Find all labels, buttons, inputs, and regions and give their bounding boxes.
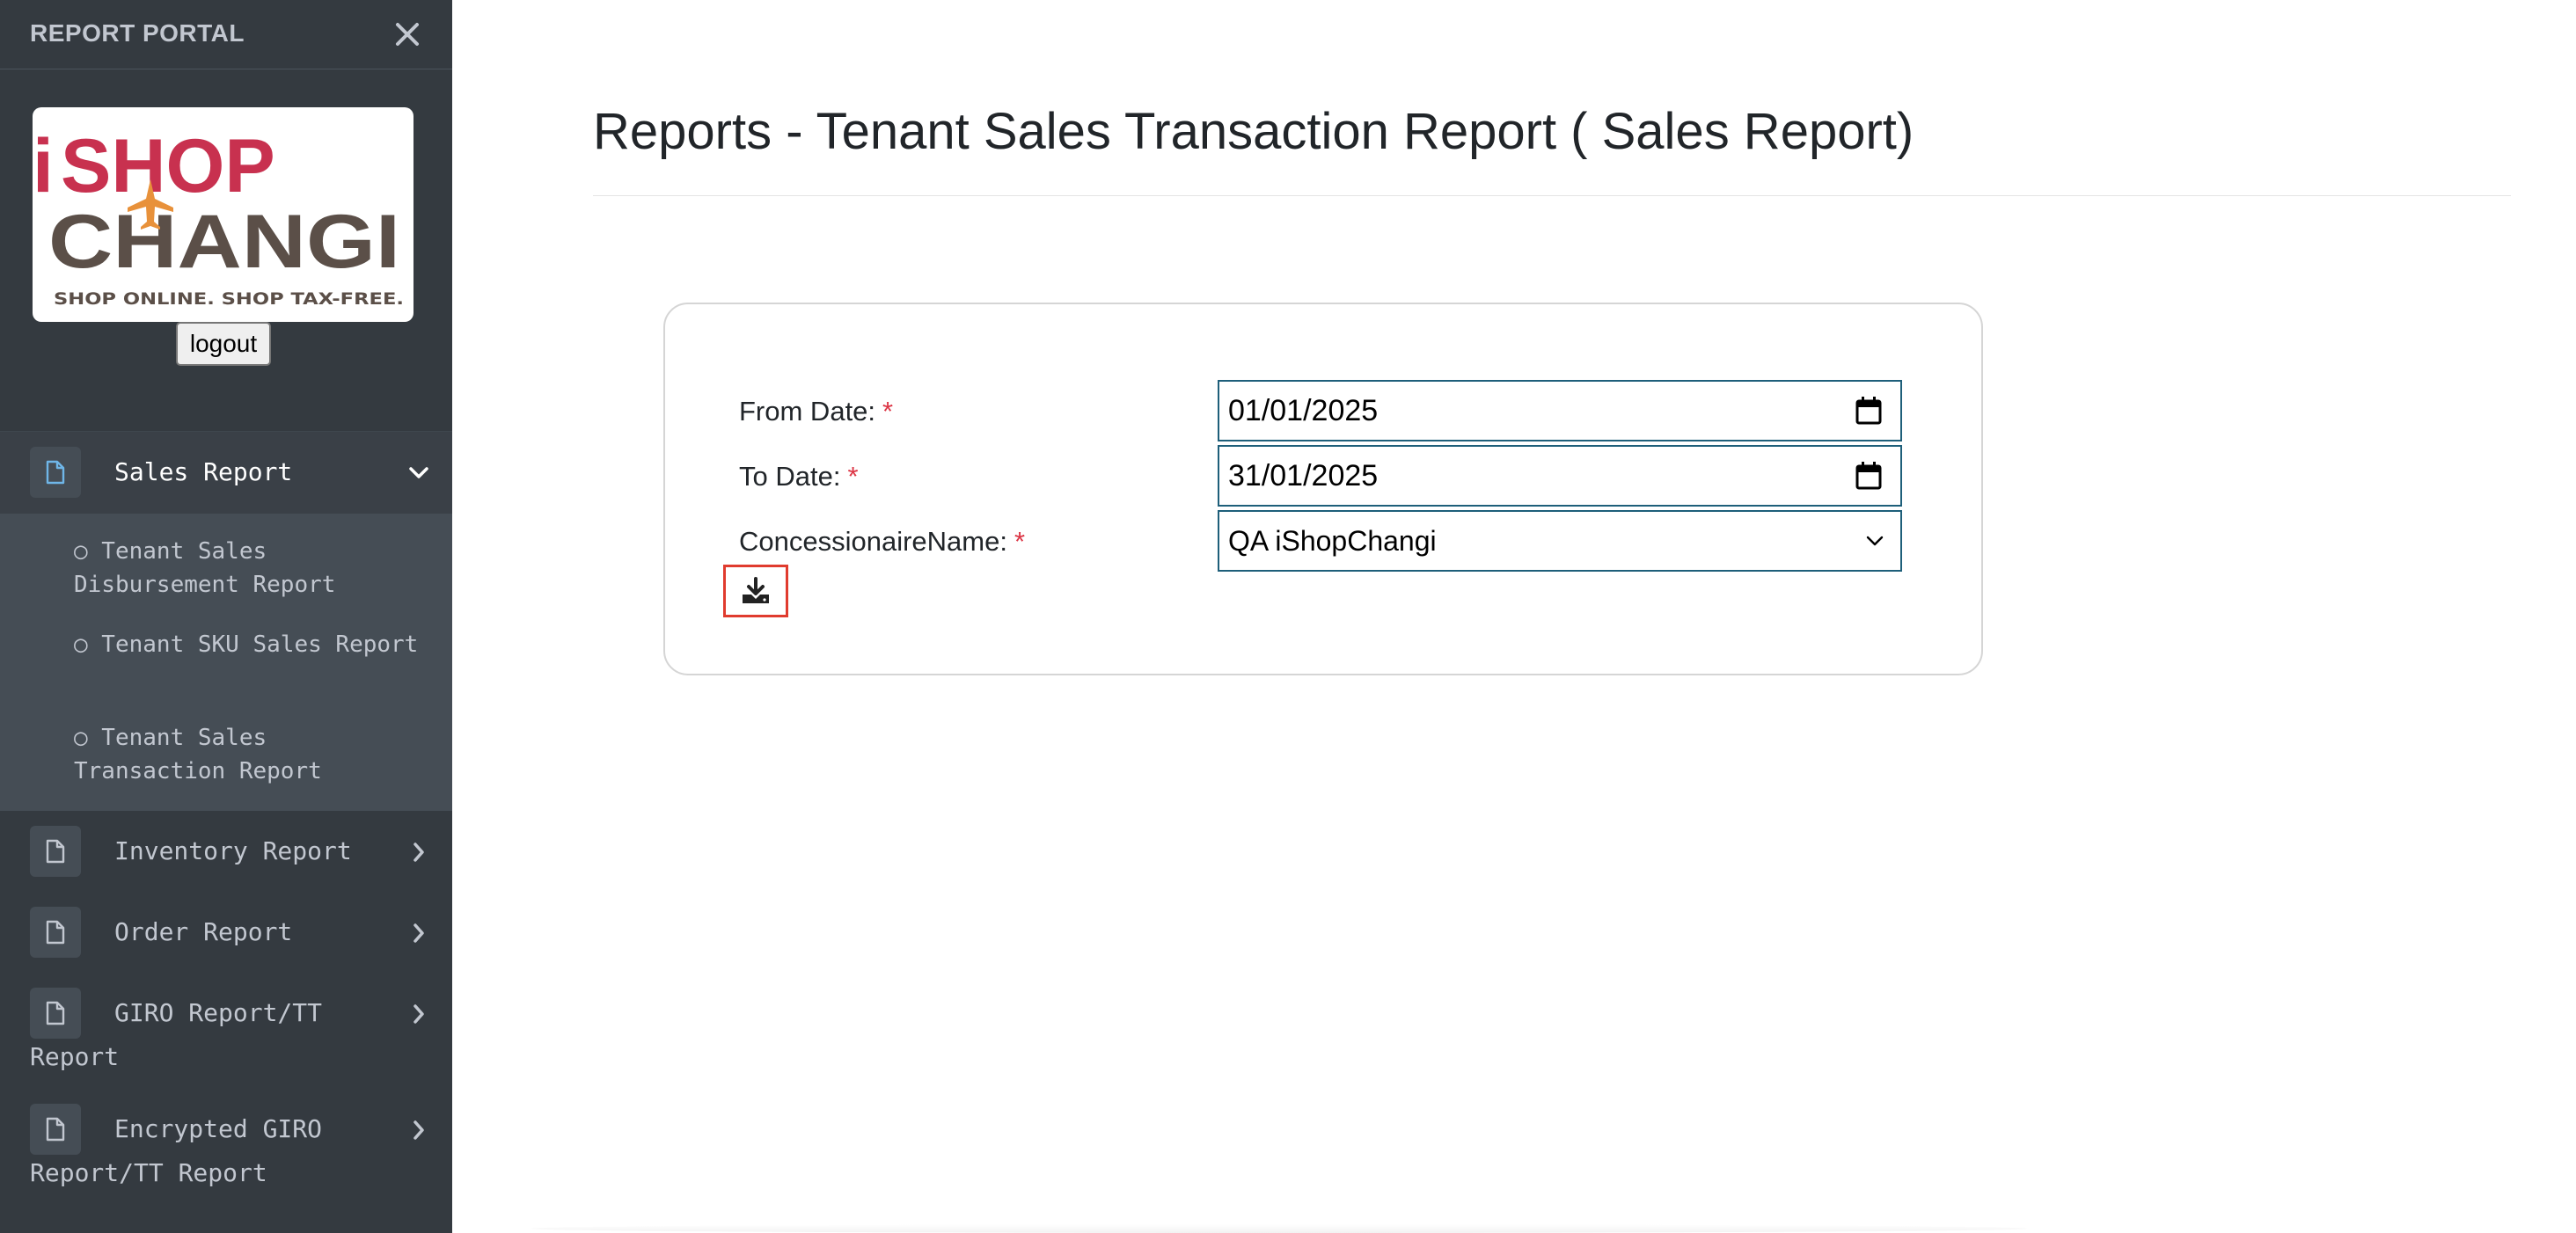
from-date-value: 01/01/2025 — [1228, 393, 1379, 427]
logo-tagline: SHOP ONLINE. SHOP TAX-FREE. — [54, 289, 404, 309]
logo-text-shop: SHOP — [61, 124, 275, 208]
report-form-card: From Date: * 01/01/2025 To Date: * 31/01/2… — [663, 303, 1983, 675]
to-date-label: To Date: * — [739, 461, 859, 492]
file-icon — [30, 907, 81, 958]
sidebar: REPORT PORTAL i SHOP CHANGI SHOP ONLINE.… — [0, 0, 452, 1233]
required-mark: * — [882, 396, 894, 427]
sidebar-item-label: Order Report — [114, 917, 293, 946]
close-sidebar-button[interactable] — [385, 12, 429, 56]
concessionaire-value: QA iShopChangi — [1228, 524, 1437, 557]
chevron-right-icon — [401, 996, 436, 1032]
brand-title: REPORT PORTAL — [30, 19, 245, 47]
sidebar-item-label: Inventory Report — [114, 836, 352, 865]
to-date-input[interactable]: 31/01/2025 — [1218, 445, 1902, 507]
chevron-right-icon — [401, 835, 436, 870]
submenu-item-tenant-sales-disbursement[interactable]: ○ Tenant Sales Disbursement Report — [74, 535, 426, 602]
sidebar-item-encrypted-giro-report[interactable]: Encrypted GIRO Report/TT Report — [0, 1089, 452, 1212]
title-divider — [593, 195, 2511, 196]
sidebar-item-inventory-report[interactable]: Inventory Report — [0, 811, 452, 892]
file-icon — [30, 447, 81, 498]
page-title: Reports - Tenant Sales Transaction Repor… — [593, 103, 1914, 160]
to-date-value: 31/01/2025 — [1228, 458, 1379, 492]
submenu-item-tenant-sales-transaction[interactable]: ○ Tenant Sales Transaction Report — [74, 721, 426, 788]
chevron-down-icon — [401, 456, 436, 491]
main-content: Reports - Tenant Sales Transaction Repor… — [452, 0, 2576, 1233]
sidebar-item-label: GIRO Report/TT Report — [30, 998, 323, 1071]
sidebar-item-label: Encrypted GIRO Report/TT Report — [30, 1114, 323, 1187]
bottom-shadow — [531, 1224, 2027, 1233]
sidebar-item-giro-report[interactable]: GIRO Report/TT Report — [0, 973, 452, 1089]
ishopchangi-logo: i SHOP CHANGI SHOP ONLINE. SHOP TAX-FREE… — [33, 107, 413, 322]
logo-text-changi: CHANGI — [48, 200, 400, 284]
chevron-right-icon — [401, 916, 436, 951]
calendar-icon[interactable] — [1851, 393, 1886, 428]
concessionaire-select[interactable]: QA iShopChangi — [1218, 510, 1902, 572]
sidebar-item-label: Sales Report — [114, 457, 293, 486]
close-icon — [396, 23, 419, 46]
file-icon — [30, 826, 81, 877]
from-date-label: From Date: * — [739, 396, 894, 427]
download-icon — [743, 577, 769, 603]
sidebar-item-order-report[interactable]: Order Report — [0, 892, 452, 973]
from-date-input[interactable]: 01/01/2025 — [1218, 380, 1902, 441]
app-root: REPORT PORTAL i SHOP CHANGI SHOP ONLINE.… — [0, 0, 2576, 1233]
required-mark: * — [847, 461, 859, 492]
chevron-right-icon — [401, 1113, 436, 1148]
submenu-item-tenant-sku-sales[interactable]: ○ Tenant SKU Sales Report — [74, 628, 426, 661]
calendar-icon[interactable] — [1851, 458, 1886, 493]
download-button[interactable] — [723, 565, 788, 617]
chevron-down-icon — [1862, 528, 1888, 554]
sales-report-submenu: ○ Tenant Sales Disbursement Report ○ Ten… — [0, 514, 452, 811]
required-mark: * — [1014, 526, 1026, 557]
concessionaire-label: ConcessionaireName: * — [739, 526, 1026, 557]
logo-text-i: i — [33, 124, 54, 208]
logout-button[interactable]: logout — [176, 322, 271, 366]
sidebar-item-sales-report[interactable]: Sales Report — [0, 432, 452, 514]
